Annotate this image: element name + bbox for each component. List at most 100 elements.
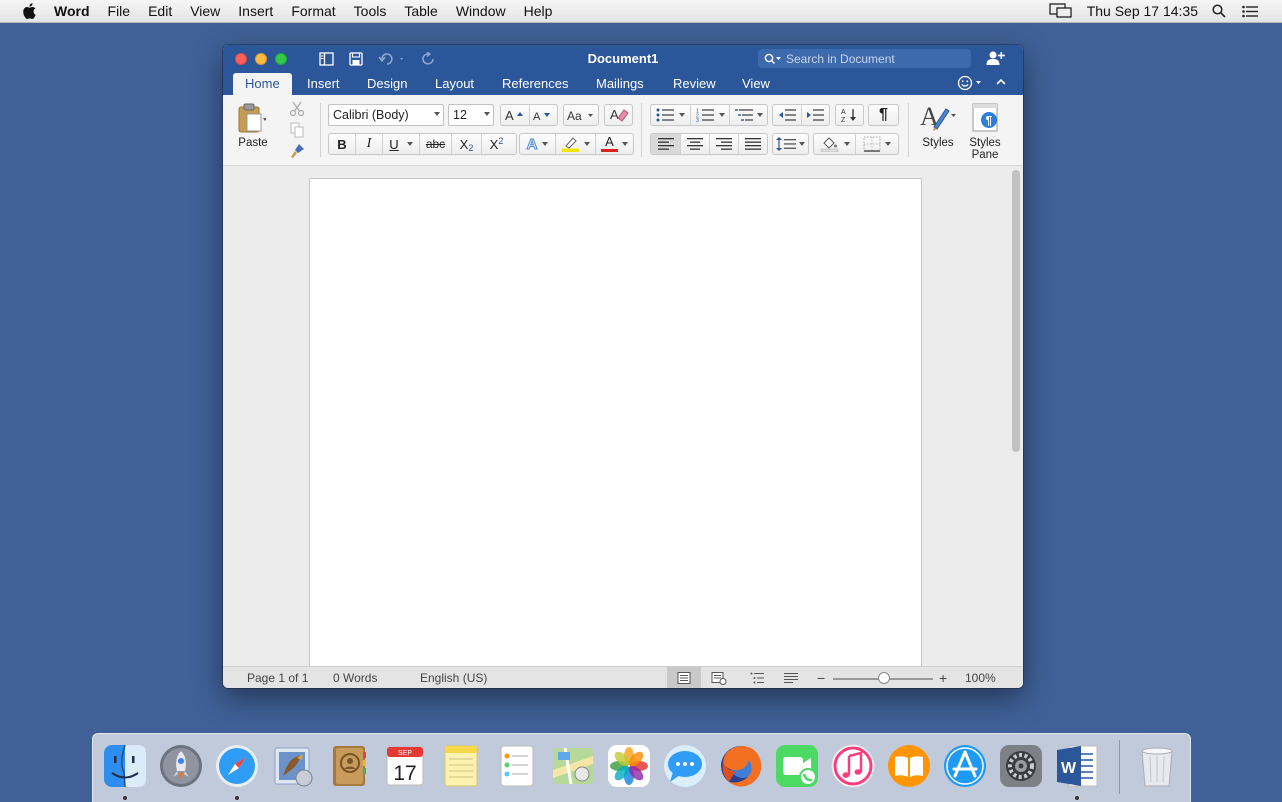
font-color-button[interactable]: A [596, 134, 633, 154]
menu-tools[interactable]: Tools [345, 0, 396, 23]
maps-icon[interactable] [549, 742, 597, 790]
close-window-button[interactable] [235, 53, 247, 65]
tab-references[interactable]: References [490, 73, 580, 95]
menu-view[interactable]: View [181, 0, 229, 23]
chevron-down-icon[interactable] [584, 142, 590, 146]
clear-formatting-icon[interactable]: A [605, 105, 632, 125]
safari-icon[interactable] [213, 742, 261, 790]
page-count[interactable]: Page 1 of 1 [247, 667, 308, 688]
change-case-button[interactable]: Aa [563, 104, 599, 126]
finder-icon[interactable] [101, 742, 149, 790]
tab-insert[interactable]: Insert [295, 73, 352, 95]
pilcrow-icon[interactable]: ¶ [869, 105, 898, 125]
menu-edit[interactable]: Edit [139, 0, 181, 23]
title-bar[interactable]: Document1 Search in Document [223, 45, 1023, 73]
document-page[interactable] [309, 178, 922, 668]
grow-font-icon[interactable]: A [501, 105, 530, 125]
chevron-down-icon[interactable] [679, 113, 685, 117]
paste-button[interactable] [233, 100, 269, 136]
decrease-indent-icon[interactable] [773, 105, 802, 125]
display-mirroring-icon[interactable] [1049, 3, 1073, 19]
bullets-button[interactable] [651, 105, 691, 125]
facetime-icon[interactable] [773, 742, 821, 790]
sidebar-toggle-icon[interactable] [318, 51, 334, 67]
sort-az-icon[interactable]: AZ [836, 105, 863, 125]
launchpad-icon[interactable] [157, 742, 205, 790]
font-name-combo[interactable]: Calibri (Body) [328, 104, 444, 126]
increase-indent-icon[interactable] [802, 105, 830, 125]
minimize-window-button[interactable] [255, 53, 267, 65]
styles-gallery-button[interactable]: A [917, 100, 959, 134]
firefox-icon[interactable] [717, 742, 765, 790]
change-case-icon[interactable]: Aa [564, 105, 598, 125]
subscript-button[interactable]: X2 [452, 134, 482, 154]
chevron-down-icon[interactable] [434, 112, 440, 116]
zoom-window-button[interactable] [275, 53, 287, 65]
tab-design[interactable]: Design [355, 73, 419, 95]
collapse-ribbon-icon[interactable] [995, 76, 1007, 91]
tab-layout[interactable]: Layout [423, 73, 486, 95]
menu-help[interactable]: Help [515, 0, 562, 23]
contacts-icon[interactable] [325, 742, 373, 790]
chevron-down-icon[interactable] [885, 142, 891, 146]
system-preferences-icon[interactable] [997, 742, 1045, 790]
language-indicator[interactable]: English (US) [420, 667, 487, 688]
redo-icon[interactable] [421, 51, 437, 67]
chevron-down-icon[interactable] [622, 142, 628, 146]
apple-icon[interactable] [22, 3, 36, 19]
cut-icon[interactable] [287, 100, 307, 118]
copy-icon[interactable] [287, 121, 307, 139]
strikethrough-button[interactable]: abc [420, 134, 452, 154]
calendar-icon[interactable]: SEP 17 [381, 742, 429, 790]
clear-formatting-button[interactable]: A [604, 104, 633, 126]
align-right-icon[interactable] [710, 134, 739, 154]
multilevel-list-button[interactable] [730, 105, 767, 125]
tab-view[interactable]: View [730, 73, 782, 95]
feedback-smiley-icon[interactable] [957, 75, 985, 94]
line-spacing-icon[interactable] [773, 134, 808, 154]
zoom-in-button[interactable]: + [939, 667, 947, 688]
line-spacing-button[interactable] [772, 133, 809, 155]
text-effects-button[interactable]: A [520, 134, 556, 154]
tab-mailings[interactable]: Mailings [584, 73, 656, 95]
menu-format[interactable]: Format [282, 0, 344, 23]
save-icon[interactable] [348, 51, 364, 67]
notification-center-icon[interactable] [1242, 5, 1258, 18]
zoom-out-button[interactable]: − [817, 667, 825, 688]
print-layout-view-icon[interactable] [667, 667, 701, 688]
mail-icon[interactable] [269, 742, 317, 790]
tab-home[interactable]: Home [233, 73, 292, 95]
menu-app-word[interactable]: Word [50, 0, 99, 23]
reminders-icon[interactable] [493, 742, 541, 790]
numbering-button[interactable]: 123 [691, 105, 730, 125]
draft-view-icon[interactable] [774, 667, 808, 688]
superscript-button[interactable]: X2 [482, 134, 511, 154]
chevron-down-icon[interactable] [406, 142, 413, 146]
styles-pane-button[interactable]: ¶ [968, 100, 1002, 134]
share-add-people-icon[interactable] [985, 50, 1005, 69]
web-layout-view-icon[interactable] [702, 667, 736, 688]
chevron-down-icon[interactable] [542, 142, 549, 146]
align-left-icon[interactable] [651, 134, 681, 154]
show-formatting-marks-button[interactable]: ¶ [868, 104, 899, 126]
font-size-combo[interactable]: 12 [448, 104, 494, 126]
menubar-clock[interactable]: Thu Sep 17 14:35 [1081, 0, 1204, 23]
word-count[interactable]: 0 Words [333, 667, 377, 688]
scrollbar-thumb[interactable] [1012, 170, 1020, 452]
chevron-down-icon[interactable] [756, 113, 763, 117]
highlight-color-button[interactable] [556, 134, 596, 154]
italic-button[interactable]: I [356, 134, 383, 154]
outline-view-icon[interactable] [740, 667, 774, 688]
notes-icon[interactable] [437, 742, 485, 790]
justify-icon[interactable] [739, 134, 767, 154]
app-store-icon[interactable] [941, 742, 989, 790]
shrink-font-icon[interactable]: A [530, 105, 558, 125]
borders-button[interactable] [856, 134, 898, 154]
chevron-down-icon[interactable] [799, 142, 805, 146]
shading-button[interactable] [814, 134, 856, 154]
format-painter-icon[interactable] [287, 142, 307, 160]
vertical-scrollbar[interactable] [1009, 166, 1023, 652]
bold-button[interactable]: B [329, 134, 356, 154]
chevron-down-icon[interactable] [843, 142, 850, 146]
sort-button[interactable]: AZ [835, 104, 864, 126]
